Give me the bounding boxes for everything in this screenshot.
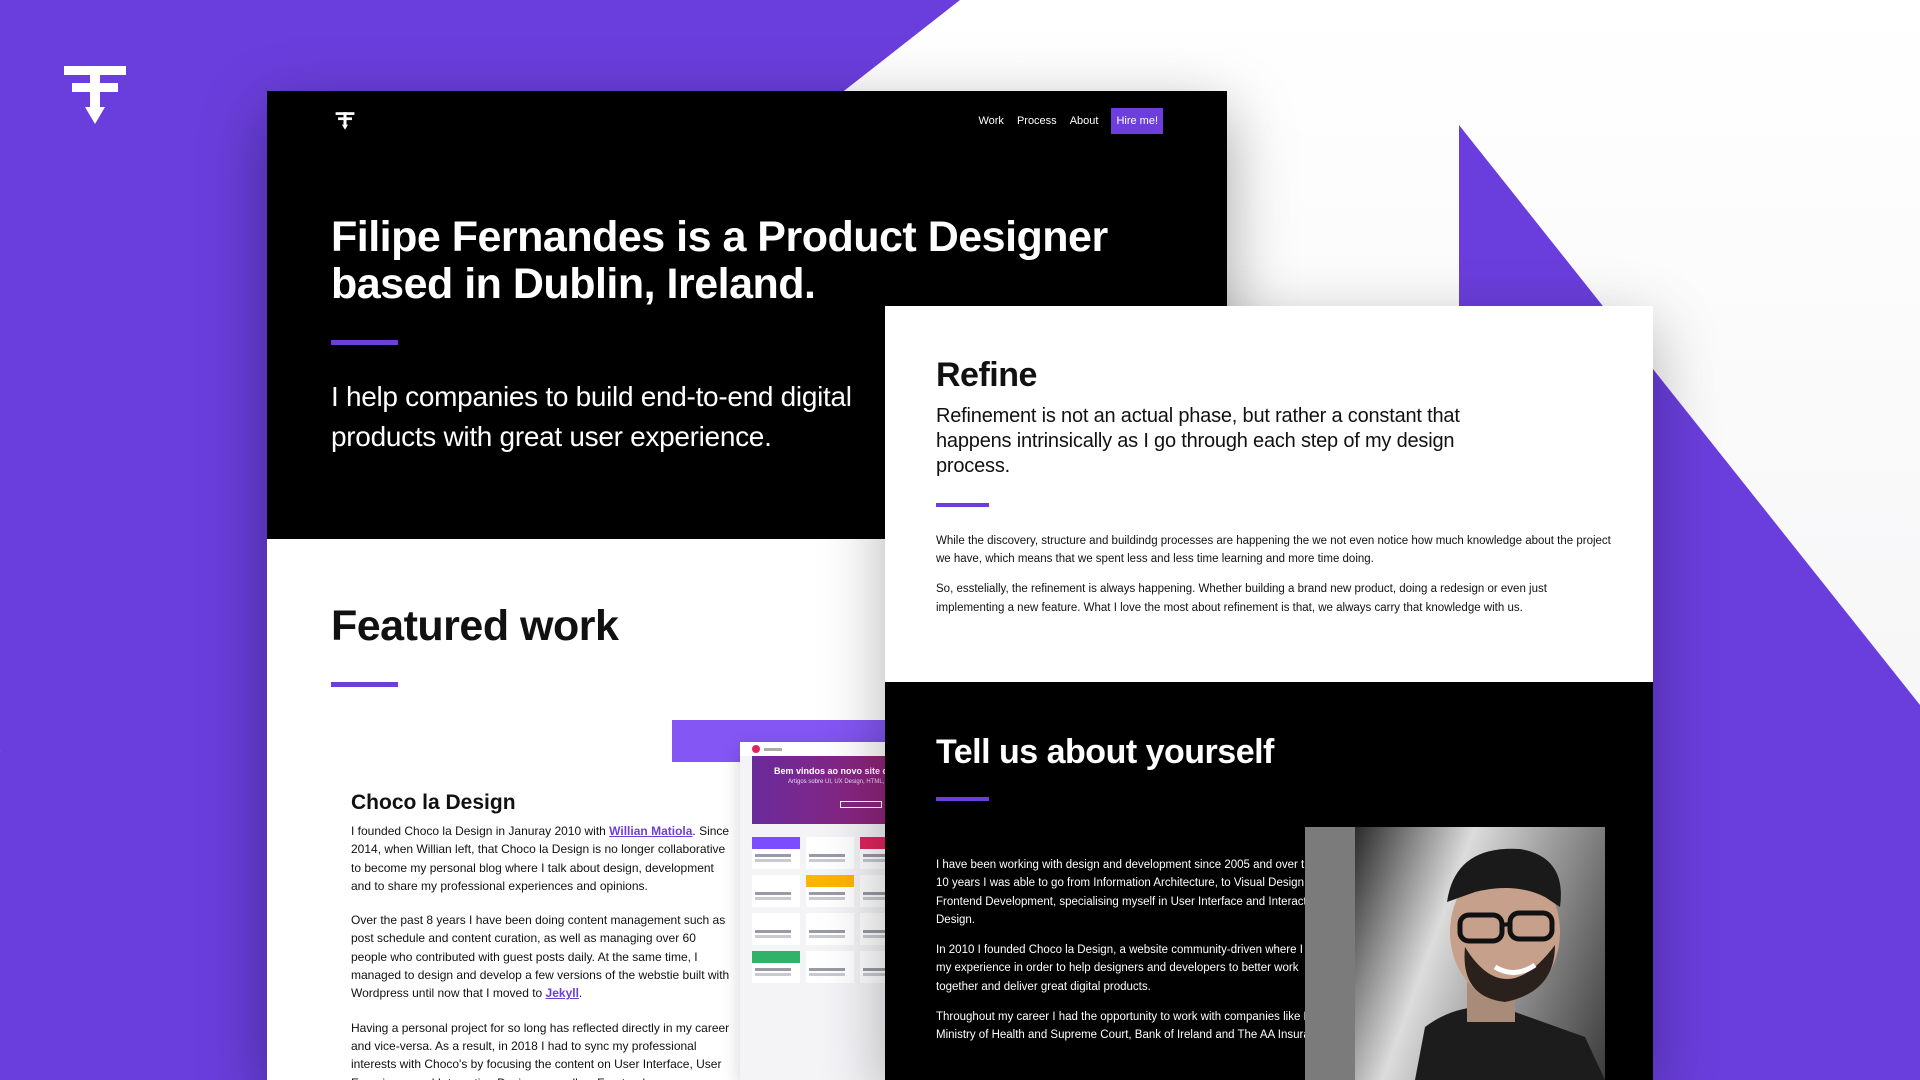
about-paragraph: In 2010 I founded Choco la Design, a web… bbox=[936, 944, 1335, 993]
accent-divider bbox=[936, 797, 989, 801]
project-description: I founded Choco la Design in Januray 201… bbox=[351, 822, 735, 1080]
project-paragraph: Over the past 8 years I have been doing … bbox=[351, 911, 735, 1002]
hero-lead: I help companies to build end-to-end dig… bbox=[331, 381, 852, 452]
nav-process-link[interactable]: Process bbox=[1017, 115, 1057, 127]
process-about-page-card: Refine Refinement is not an actual phase… bbox=[885, 306, 1653, 1080]
ff-monogram-logo-icon bbox=[62, 62, 128, 128]
refine-paragraph: So, esstelially, the refinement is alway… bbox=[936, 583, 1547, 614]
featured-work-heading: Featured work bbox=[331, 602, 619, 650]
hire-me-button[interactable]: Hire me! bbox=[1111, 108, 1163, 134]
accent-divider bbox=[936, 503, 989, 507]
screenshot-menu-icon bbox=[764, 747, 782, 751]
ff-monogram-logo-icon[interactable] bbox=[335, 111, 355, 131]
refine-paragraph: While the discovery, structure and build… bbox=[936, 535, 1611, 566]
about-paragraph: I have been working with design and deve… bbox=[936, 859, 1339, 926]
screenshot-logo-icon bbox=[752, 745, 760, 753]
main-nav: Work Process About Hire me! bbox=[978, 108, 1163, 134]
project-paragraph: Having a personal project for so long ha… bbox=[351, 1020, 730, 1080]
screenshot-post-card bbox=[806, 913, 854, 945]
project-paragraph: I founded Choco la Design in Januray 201… bbox=[351, 822, 735, 895]
accent-divider bbox=[331, 340, 398, 345]
screenshot-hero-title: Bem vindos ao novo site do C bbox=[774, 766, 903, 776]
refine-body: While the discovery, structure and build… bbox=[936, 532, 1611, 629]
text: . bbox=[578, 986, 583, 1001]
hero-title: Filipe Fernandes is a Product Designer b… bbox=[331, 213, 1108, 308]
jekyll-link[interactable]: Jekyll bbox=[546, 986, 579, 1000]
text: Over the past 8 years I have been doing … bbox=[351, 913, 730, 1001]
portrait-illustration bbox=[1415, 848, 1605, 1080]
refine-lead: Refinement is not an actual phase, but r… bbox=[936, 405, 1460, 477]
screenshot-post-card bbox=[752, 951, 800, 983]
refine-section: Refine Refinement is not an actual phase… bbox=[885, 306, 1653, 682]
nav-about-link[interactable]: About bbox=[1070, 115, 1099, 127]
screenshot-post-card bbox=[806, 837, 854, 869]
text: I founded Choco la Design in Januray 201… bbox=[351, 824, 610, 838]
about-heading: Tell us about yourself bbox=[936, 733, 1274, 771]
screenshot-post-card bbox=[806, 875, 854, 907]
screenshot-post-card bbox=[752, 837, 800, 869]
about-body: I have been working with design and deve… bbox=[936, 856, 1341, 1057]
refine-heading: Refine bbox=[936, 356, 1037, 394]
nav-work-link[interactable]: Work bbox=[978, 115, 1003, 127]
about-paragraph: Throughout my career I had the opportuni… bbox=[936, 1011, 1341, 1042]
screenshot-post-card bbox=[752, 913, 800, 945]
screenshot-hero-button bbox=[840, 801, 882, 808]
accent-divider bbox=[331, 682, 398, 687]
screenshot-post-card bbox=[806, 951, 854, 983]
project-title: Choco la Design bbox=[351, 791, 516, 814]
portrait-photo bbox=[1355, 827, 1605, 1080]
screenshot-hero-subtitle: Artigos sobre UI, UX Design, HTML, CSS bbox=[788, 779, 899, 785]
screenshot-post-card bbox=[752, 875, 800, 907]
willian-matiola-link[interactable]: Willian Matiola bbox=[609, 824, 692, 838]
